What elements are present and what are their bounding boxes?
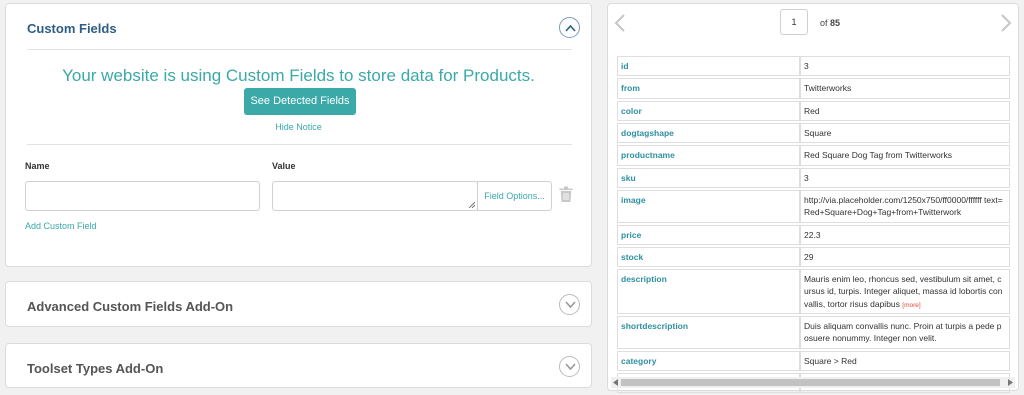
see-detected-fields-button[interactable]: See Detected Fields xyxy=(244,88,356,115)
chevron-down-icon xyxy=(565,363,576,371)
field-value-text: Square xyxy=(804,127,832,138)
record-viewer-panel: 1 of 85 id 3 from Twitterworks color Red dogta… xyxy=(607,3,1019,394)
scroll-thumb[interactable] xyxy=(621,379,1000,386)
chevron-down-icon xyxy=(565,301,576,309)
field-value-text: 22.3 xyxy=(804,229,821,240)
field-value-text: Square > Red xyxy=(804,355,857,366)
value-label: Value xyxy=(272,161,296,171)
scroll-left-icon[interactable] xyxy=(613,379,618,386)
table-row: sku 3 xyxy=(617,167,1010,188)
table-row: productname Red Square Dog Tag from Twitt… xyxy=(617,145,1010,166)
field-value: 3 xyxy=(800,56,1010,77)
field-key: shortdescription xyxy=(617,316,800,349)
table-row: image http://via.placeholder.com/1250x750… xyxy=(617,189,1010,223)
field-options-button[interactable]: Field Options... xyxy=(477,181,552,211)
custom-fields-notice: Your website is using Custom Fields to s… xyxy=(62,66,535,85)
field-key: image xyxy=(617,189,800,223)
resize-handle-icon[interactable] xyxy=(468,201,475,208)
hide-notice-link[interactable]: Hide Notice xyxy=(6,122,591,132)
acf-addon-title: Advanced Custom Fields Add-On xyxy=(27,299,234,314)
record-table: id 3 from Twitterworks color Red dogtagshape Sq… xyxy=(617,54,1010,395)
of-label: of xyxy=(820,18,828,28)
expand-button[interactable] xyxy=(559,356,580,377)
field-value: Duis aliquam convallis nunc. Proin at tu… xyxy=(800,316,1010,349)
total-pages: 85 xyxy=(830,18,841,28)
field-key: stock xyxy=(617,246,800,268)
field-key: color xyxy=(617,100,800,121)
table-row: shortdescription Duis aliquam convallis n… xyxy=(617,316,1010,349)
scroll-right-icon[interactable] xyxy=(1008,379,1013,386)
field-value-text: Twitterworks xyxy=(804,83,852,94)
table-row: category Square > Red xyxy=(617,350,1010,372)
field-value: 22.3 xyxy=(800,224,1010,245)
divider xyxy=(27,49,572,50)
more-link[interactable]: [more] xyxy=(902,302,920,309)
field-key: dogtagshape xyxy=(617,122,800,144)
chevron-up-icon xyxy=(565,24,576,32)
field-value-text: 3 xyxy=(804,172,809,183)
field-value-text: Duis aliquam convallis nunc. Proin at tu… xyxy=(804,321,1002,344)
field-value: 3 xyxy=(800,167,1010,188)
field-value-text: 29 xyxy=(804,251,814,262)
table-row: color Red xyxy=(617,100,1010,121)
field-value: 29 xyxy=(800,246,1010,268)
field-value: Twitterworks xyxy=(800,78,1010,99)
field-value: Red Square Dog Tag from Twitterworks xyxy=(800,145,1010,166)
page-total: of 85 xyxy=(820,18,840,28)
table-row: description Mauris enim leo, rhoncus sed,… xyxy=(617,269,1010,315)
custom-fields-title: Custom Fields xyxy=(27,21,117,36)
table-row: id 3 xyxy=(617,56,1010,77)
trash-icon[interactable] xyxy=(559,186,573,203)
add-custom-field-link[interactable]: Add Custom Field xyxy=(25,221,97,231)
collapse-button[interactable] xyxy=(559,17,580,38)
name-input[interactable] xyxy=(25,181,260,211)
field-value-text: Red Square Dog Tag from Twitterworks xyxy=(804,150,953,161)
field-value: http://via.placeholder.com/1250x750/ff00… xyxy=(800,189,1010,223)
custom-fields-panel: Custom Fields Your website is using Cust… xyxy=(5,3,592,267)
field-value-text: http://via.placeholder.com/1250x750/ff00… xyxy=(804,194,1003,218)
field-value-text: 3 xyxy=(804,61,809,71)
field-key: category xyxy=(617,350,800,372)
field-value: Square > Red xyxy=(800,350,1010,372)
horizontal-scrollbar[interactable] xyxy=(611,377,1015,388)
table-row: price 22.3 xyxy=(617,224,1010,245)
value-textarea[interactable] xyxy=(272,181,478,211)
field-value: Mauris enim leo, rhoncus sed, vestibulum… xyxy=(800,269,1010,315)
name-label: Name xyxy=(25,161,50,171)
expand-button[interactable] xyxy=(559,294,580,315)
field-value-text: Red xyxy=(804,105,820,116)
field-key: description xyxy=(617,269,800,315)
field-value: Square xyxy=(800,122,1010,144)
page-number-input[interactable]: 1 xyxy=(780,9,808,35)
divider xyxy=(27,144,572,145)
toolset-addon-panel[interactable]: Toolset Types Add-On xyxy=(5,343,592,388)
field-key: sku xyxy=(617,167,800,188)
toolset-addon-title: Toolset Types Add-On xyxy=(27,361,164,376)
field-key: from xyxy=(617,78,800,99)
field-key: productname xyxy=(617,145,800,166)
chevron-right-icon[interactable] xyxy=(1000,14,1012,32)
table-row: stock 29 xyxy=(617,246,1010,268)
field-key: price xyxy=(617,224,800,245)
table-row: from Twitterworks xyxy=(617,78,1010,99)
chevron-left-icon[interactable] xyxy=(614,14,626,32)
table-row: dogtagshape Square xyxy=(617,122,1010,144)
acf-addon-panel[interactable]: Advanced Custom Fields Add-On xyxy=(5,281,592,327)
field-key: id xyxy=(617,56,800,77)
field-value: Red xyxy=(800,100,1010,121)
